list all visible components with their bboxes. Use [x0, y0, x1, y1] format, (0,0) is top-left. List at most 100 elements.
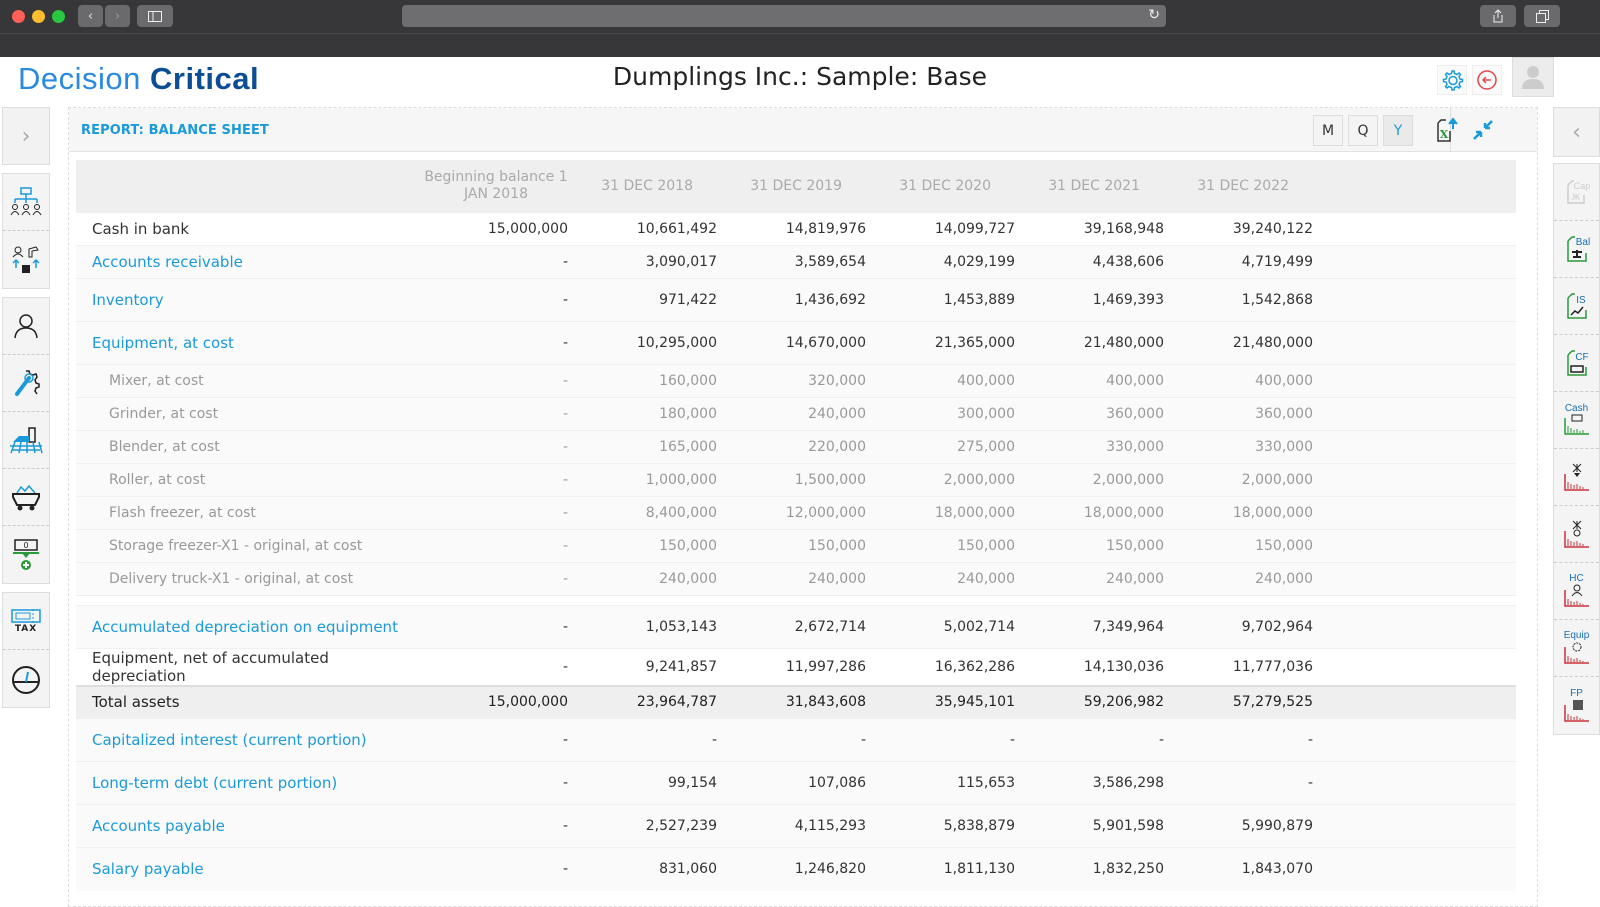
table-row[interactable]: Accumulated depreciation on equipment -1,…: [76, 604, 1516, 648]
table-row[interactable]: Long-term debt (current portion) -99,154 1…: [76, 761, 1516, 805]
settings-button[interactable]: [1437, 65, 1467, 95]
cell-value: 240,000: [576, 561, 725, 595]
cell-value: 3,586,298: [1023, 761, 1172, 805]
cell-value: 4,115,293: [725, 804, 874, 848]
reload-icon[interactable]: ↻: [1148, 7, 1160, 23]
logo[interactable]: Decision Critical: [18, 61, 259, 97]
cell-value: 10,295,000: [576, 320, 725, 364]
cell-value: 1,811,130: [874, 847, 1023, 891]
maximize-window-button[interactable]: [52, 10, 65, 23]
report-link-bal[interactable]: Bal: [1554, 221, 1599, 278]
cell-value: 400,000: [1023, 363, 1172, 397]
cell-value: -: [416, 604, 576, 648]
row-label[interactable]: Salary payable: [76, 847, 416, 891]
sidebar-toggle-button[interactable]: [137, 5, 173, 27]
minimize-window-button[interactable]: [32, 10, 45, 23]
person-icon: [14, 314, 38, 339]
report-link-fp[interactable]: FP: [1554, 677, 1599, 734]
column-header: 31 DEC 2018: [576, 160, 725, 212]
cash-chart-icon: [1563, 414, 1589, 435]
cell-value: 59,206,982: [1023, 684, 1172, 719]
expand-left-sidebar-button[interactable]: ›: [2, 107, 50, 165]
report-link-hc[interactable]: HC: [1554, 563, 1599, 620]
separator-cell: [76, 594, 1516, 605]
svg-text:Bal: Bal: [1575, 237, 1589, 248]
cell-value: 360,000: [1023, 396, 1172, 430]
cell-value: 14,819,976: [725, 211, 874, 245]
tabs-button[interactable]: [1524, 5, 1560, 27]
period-monthly-button[interactable]: M: [1313, 115, 1343, 146]
cell-value: 14,130,036: [1023, 647, 1172, 686]
sidebar-item-add-funding[interactable]: 0: [3, 526, 49, 583]
cell-value: 240,000: [1023, 561, 1172, 595]
sidebar-item-dashboard[interactable]: [3, 650, 49, 707]
table-row: Roller, at cost -1,000,000 1,500,000 2,000,…: [76, 462, 1516, 496]
table-row[interactable]: Inventory -971,422 1,436,692 1,453,889 1,469…: [76, 277, 1516, 321]
row-label[interactable]: Accounts receivable: [76, 244, 416, 278]
table-row[interactable]: Salary payable -831,060 1,246,820 1,811,130…: [76, 847, 1516, 891]
close-window-button[interactable]: [12, 10, 25, 23]
cell-value: 240,000: [725, 396, 874, 430]
report-link-production-1[interactable]: [1554, 449, 1599, 506]
row-label[interactable]: Accumulated depreciation on equipment: [76, 604, 416, 648]
resources-icon: [12, 245, 40, 273]
report-link-production-2[interactable]: [1554, 506, 1599, 563]
back-button[interactable]: ‹: [78, 5, 103, 27]
report-link-cap[interactable]: Cap Ж: [1554, 164, 1599, 221]
cell-value: 5,838,879: [874, 804, 1023, 848]
report-link-cash[interactable]: Cash: [1554, 392, 1599, 449]
period-yearly-button[interactable]: Y: [1383, 115, 1413, 146]
cell-value: 1,843,070: [1172, 847, 1321, 891]
address-bar[interactable]: ↻: [402, 5, 1166, 27]
cell-value: 330,000: [1023, 429, 1172, 463]
logo-part2: Critical: [150, 61, 260, 96]
headcount-chart-icon: [1563, 584, 1589, 607]
production-output-icon: [1563, 520, 1589, 548]
sidebar-item-resources[interactable]: [3, 231, 49, 288]
share-button[interactable]: [1480, 5, 1516, 27]
cell-value: 400,000: [874, 363, 1023, 397]
table-row[interactable]: Capitalized interest (current portion) - -…: [76, 718, 1516, 762]
user-avatar[interactable]: [1512, 57, 1554, 97]
expand-right-sidebar-button[interactable]: ‹: [1553, 107, 1600, 157]
report-link-is[interactable]: IS: [1554, 278, 1599, 335]
cell-value: -: [416, 396, 576, 430]
table-row[interactable]: Accounts payable -2,527,239 4,115,293 5,838…: [76, 804, 1516, 848]
period-quarterly-button[interactable]: Q: [1348, 115, 1378, 146]
cell-value: 21,365,000: [874, 320, 1023, 364]
add-money-icon: 0: [13, 538, 39, 570]
export-excel-button[interactable]: X: [1432, 116, 1460, 144]
spacer-cell: [1321, 320, 1516, 364]
row-label[interactable]: Accounts payable: [76, 804, 416, 848]
row-label[interactable]: Inventory: [76, 277, 416, 321]
floor-plan-chart-icon: [1563, 699, 1589, 722]
cell-value: 9,702,964: [1172, 604, 1321, 648]
sidebar-item-equipment-settings[interactable]: [3, 355, 49, 412]
sidebar-item-org-chart[interactable]: [3, 174, 49, 231]
sidebar-item-facility[interactable]: [3, 412, 49, 469]
cell-value: 1,832,250: [1023, 847, 1172, 891]
column-header: 31 DEC 2021: [1023, 160, 1172, 212]
row-label: Storage freezer-X1 - original, at cost: [76, 528, 416, 562]
report-link-cf[interactable]: CF: [1554, 335, 1599, 392]
table-row[interactable]: Equipment, at cost -10,295,000 14,670,000 2…: [76, 320, 1516, 364]
report-link-equip[interactable]: Equip: [1554, 620, 1599, 677]
sidebar-item-tax[interactable]: TAX: [3, 593, 49, 650]
row-label[interactable]: Equipment, at cost: [76, 320, 416, 364]
sidebar-item-materials[interactable]: [3, 469, 49, 526]
cell-value: 9,241,857: [576, 647, 725, 686]
arrow-left-circle-icon: [1477, 70, 1497, 90]
back-to-app-button[interactable]: [1472, 65, 1502, 95]
sidebar-item-personnel[interactable]: [3, 298, 49, 355]
cell-value: -: [576, 718, 725, 762]
row-label[interactable]: Long-term debt (current portion): [76, 761, 416, 805]
collapse-view-button[interactable]: [1469, 116, 1497, 144]
cell-value: 57,279,525: [1172, 684, 1321, 719]
spacer-cell: [1321, 211, 1516, 245]
forward-button[interactable]: ›: [105, 5, 130, 27]
cell-value: -: [416, 718, 576, 762]
tax-label: TAX: [14, 624, 38, 634]
table-row[interactable]: Accounts receivable -3,090,017 3,589,654 4,…: [76, 244, 1516, 278]
row-label[interactable]: Capitalized interest (current portion): [76, 718, 416, 762]
row-label: Equipment, net of accumulated depreciati…: [76, 647, 416, 686]
